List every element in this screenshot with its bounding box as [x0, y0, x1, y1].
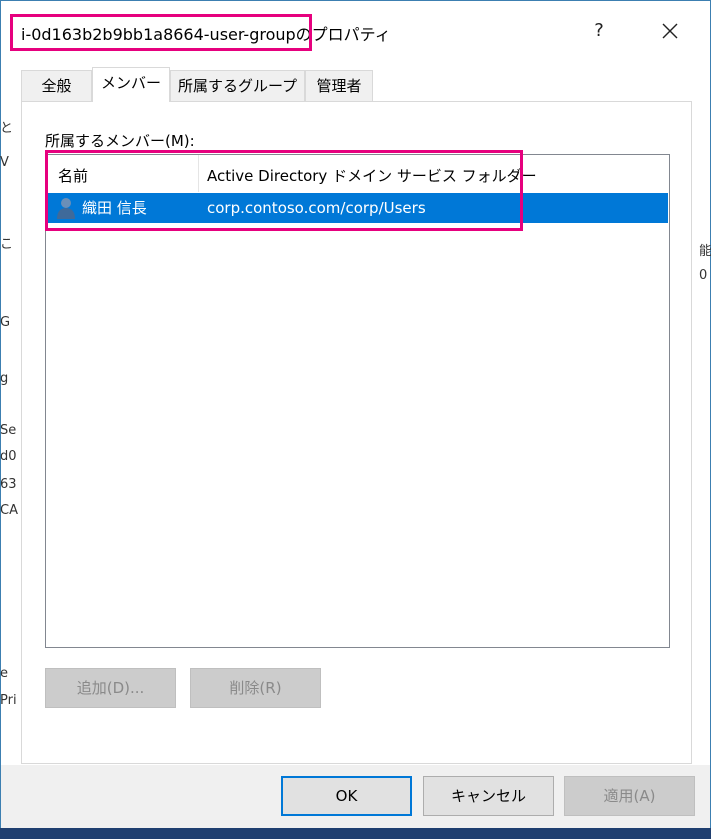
- background-text: と: [0, 121, 14, 136]
- list-highlight-box: [45, 150, 523, 231]
- title-bar: i-0d163b2b9bb1a8664-user-groupのプロパティ ?: [1, 1, 710, 63]
- help-button[interactable]: ?: [576, 11, 622, 51]
- background-text: e: [0, 666, 8, 681]
- members-label: 所属するメンバー(M):: [45, 132, 195, 150]
- background-text: g: [0, 371, 9, 386]
- tab-member-of[interactable]: 所属するグループ: [170, 70, 305, 101]
- close-icon: [662, 23, 678, 39]
- background-text: d0: [0, 449, 17, 464]
- tab-members[interactable]: メンバー: [92, 67, 170, 102]
- background-text: V: [0, 155, 9, 170]
- remove-member-button[interactable]: 削除(R): [190, 668, 321, 708]
- background-text: 能: [699, 244, 711, 259]
- background-text: CA: [0, 503, 18, 518]
- tab-managed-by[interactable]: 管理者: [305, 70, 373, 101]
- background-text: 63: [0, 477, 17, 492]
- cancel-button[interactable]: キャンセル: [423, 776, 554, 816]
- ok-button[interactable]: OK: [281, 776, 412, 816]
- properties-dialog: i-0d163b2b9bb1a8664-user-groupのプロパティ ? 全…: [0, 0, 711, 828]
- background-text: 0: [699, 268, 708, 283]
- add-member-button[interactable]: 追加(D)...: [45, 668, 176, 708]
- tab-general[interactable]: 全般: [21, 70, 92, 101]
- background-text: こ: [0, 237, 14, 252]
- background-text: Pri: [0, 693, 17, 708]
- background-text: Se: [0, 423, 17, 438]
- desktop-background: [0, 828, 711, 839]
- close-button[interactable]: [647, 11, 693, 51]
- background-text: G: [0, 315, 11, 330]
- dialog-footer: OK キャンセル 適用(A): [1, 765, 710, 828]
- apply-button[interactable]: 適用(A): [564, 776, 695, 816]
- title-highlight-box: [10, 14, 312, 51]
